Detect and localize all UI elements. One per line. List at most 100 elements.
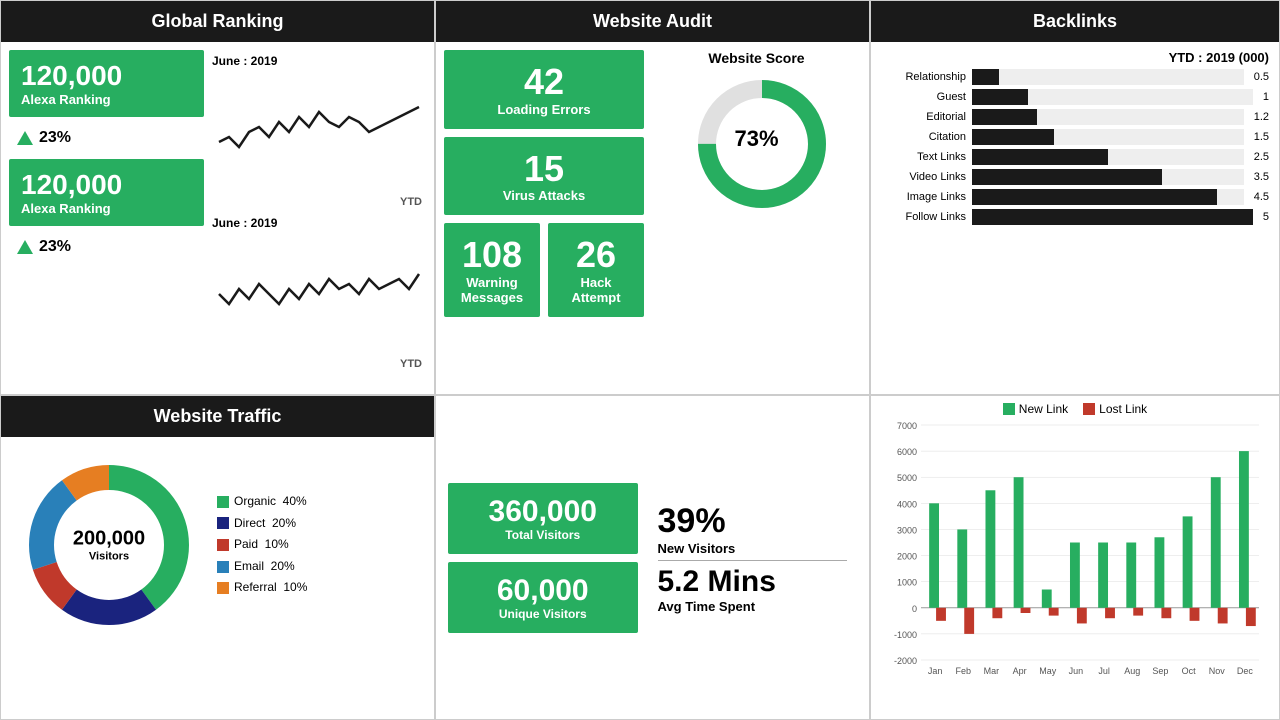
svg-text:Nov: Nov [1209, 666, 1226, 676]
website-audit-header: Website Audit [436, 1, 869, 42]
svg-text:3000: 3000 [897, 525, 917, 535]
line-chart-2 [212, 234, 426, 354]
website-score-percent: 73% [734, 126, 778, 152]
svg-text:Oct: Oct [1182, 666, 1197, 676]
website-traffic-title: Website Traffic [154, 406, 282, 426]
svg-text:-2000: -2000 [894, 656, 917, 666]
svg-text:7000: 7000 [897, 421, 917, 431]
svg-text:2000: 2000 [897, 552, 917, 562]
traffic-legend-item: Organic 40% [217, 491, 307, 513]
traffic-legend: Organic 40% Direct 20% Paid 10% Email 20… [217, 491, 307, 599]
backlink-fill [972, 149, 1108, 165]
alexa-label-1: Alexa Ranking [21, 92, 192, 107]
svg-text:Jul: Jul [1098, 666, 1110, 676]
backlink-bar-row: Relationship 0.5 [881, 69, 1269, 85]
traffic-center: 200,000 Visitors [73, 528, 145, 563]
percent-value-1: 23% [39, 129, 71, 147]
traffic-legend-item: Referral 10% [217, 577, 307, 599]
alexa-number-2: 120,000 [21, 169, 192, 201]
traffic-legend-item: Direct 20% [217, 513, 307, 535]
svg-text:-1000: -1000 [894, 630, 917, 640]
backlink-value: 1.5 [1254, 131, 1269, 143]
arrow-up-icon-1 [17, 131, 33, 145]
svg-text:1000: 1000 [897, 578, 917, 588]
backlink-track [972, 69, 1244, 85]
warning-messages-box: 108 Warning Messages [444, 223, 540, 317]
backlink-bar-row: Image Links 4.5 [881, 189, 1269, 205]
traffic-center-number: 200,000 [73, 528, 145, 551]
line-chart-1 [212, 72, 426, 192]
backlink-fill [972, 129, 1054, 145]
alexa-percent-2: 23% [9, 234, 204, 260]
svg-text:Aug: Aug [1124, 666, 1140, 676]
legend-dot [217, 496, 229, 508]
unique-visitors-box: 60,000 Unique Visitors [448, 562, 638, 633]
loading-errors-label: Loading Errors [459, 102, 629, 117]
legend-dot [217, 539, 229, 551]
svg-text:Jan: Jan [928, 666, 943, 676]
visitors-stats-panel: 360,000 Total Visitors 60,000 Unique Vis… [435, 395, 870, 720]
backlink-label: Image Links [881, 191, 966, 203]
visitors-right-col: 39% New Visitors 5.2 Mins Avg Time Spent [648, 483, 858, 633]
link-chart-svg: 70006000500040003000200010000-1000-2000J… [879, 420, 1269, 690]
svg-text:Feb: Feb [955, 666, 971, 676]
chart1-ytd: YTD [212, 196, 422, 208]
backlink-fill [972, 189, 1217, 205]
link-chart-legend: New Link Lost Link [879, 402, 1271, 416]
backlink-label: Editorial [881, 111, 966, 123]
total-visitors-number: 360,000 [463, 495, 623, 528]
backlinks-ytd: YTD : 2019 (000) [881, 50, 1269, 65]
traffic-legend-item: Email 20% [217, 556, 307, 578]
global-ranking-title: Global Ranking [151, 11, 283, 31]
virus-attacks-label: Virus Attacks [459, 188, 629, 203]
lost-link-legend: Lost Link [1083, 402, 1147, 416]
new-link-dot [1003, 403, 1015, 415]
virus-attacks-box: 15 Virus Attacks [444, 137, 644, 216]
backlink-label: Guest [881, 91, 966, 103]
virus-attacks-number: 15 [459, 149, 629, 189]
backlink-value: 3.5 [1254, 171, 1269, 183]
backlink-fill [972, 69, 999, 85]
new-visitors-label: New Visitors [658, 541, 848, 556]
arrow-up-icon-2 [17, 240, 33, 254]
svg-text:6000: 6000 [897, 447, 917, 457]
backlink-track [972, 189, 1244, 205]
alexa-ranking-box-1: 120,000 Alexa Ranking [9, 50, 204, 117]
traffic-center-label: Visitors [73, 551, 145, 563]
backlink-label: Relationship [881, 71, 966, 83]
hack-attempt-label: Hack Attempt [563, 275, 629, 305]
percent-value-2: 23% [39, 238, 71, 256]
new-link-legend: New Link [1003, 402, 1068, 416]
backlink-fill [972, 209, 1253, 225]
unique-visitors-label: Unique Visitors [463, 607, 623, 621]
unique-visitors-number: 60,000 [463, 574, 623, 607]
website-audit-panel: Website Audit 42 Loading Errors 15 Virus… [435, 0, 870, 395]
legend-label: Organic 40% [234, 491, 307, 513]
backlink-bar-row: Citation 1.5 [881, 129, 1269, 145]
backlink-bar-row: Text Links 2.5 [881, 149, 1269, 165]
backlink-track [972, 149, 1244, 165]
svg-text:May: May [1039, 666, 1057, 676]
avg-time-value: 5.2 Mins [658, 565, 848, 599]
backlink-value: 4.5 [1254, 191, 1269, 203]
total-visitors-label: Total Visitors [463, 528, 623, 542]
lost-link-label: Lost Link [1099, 402, 1147, 416]
website-traffic-header: Website Traffic [1, 396, 434, 437]
alexa-percent-1: 23% [9, 125, 204, 151]
backlink-track [972, 89, 1253, 105]
loading-errors-box: 42 Loading Errors [444, 50, 644, 129]
website-audit-title: Website Audit [593, 11, 712, 31]
backlink-track [972, 109, 1244, 125]
new-visitors-percent: 39% [658, 502, 848, 541]
hack-attempt-number: 26 [563, 235, 629, 275]
loading-errors-number: 42 [459, 62, 629, 102]
traffic-donut: 200,000 Visitors [9, 445, 209, 645]
legend-label: Direct 20% [234, 513, 296, 535]
backlinks-title: Backlinks [1033, 11, 1117, 31]
backlink-value: 1 [1263, 91, 1269, 103]
chart1-label: June : 2019 [212, 54, 426, 68]
legend-dot [217, 517, 229, 529]
link-chart-panel: New Link Lost Link 700060005000400030002… [870, 395, 1280, 720]
alexa-number-1: 120,000 [21, 60, 192, 92]
hack-attempt-box: 26 Hack Attempt [548, 223, 644, 317]
